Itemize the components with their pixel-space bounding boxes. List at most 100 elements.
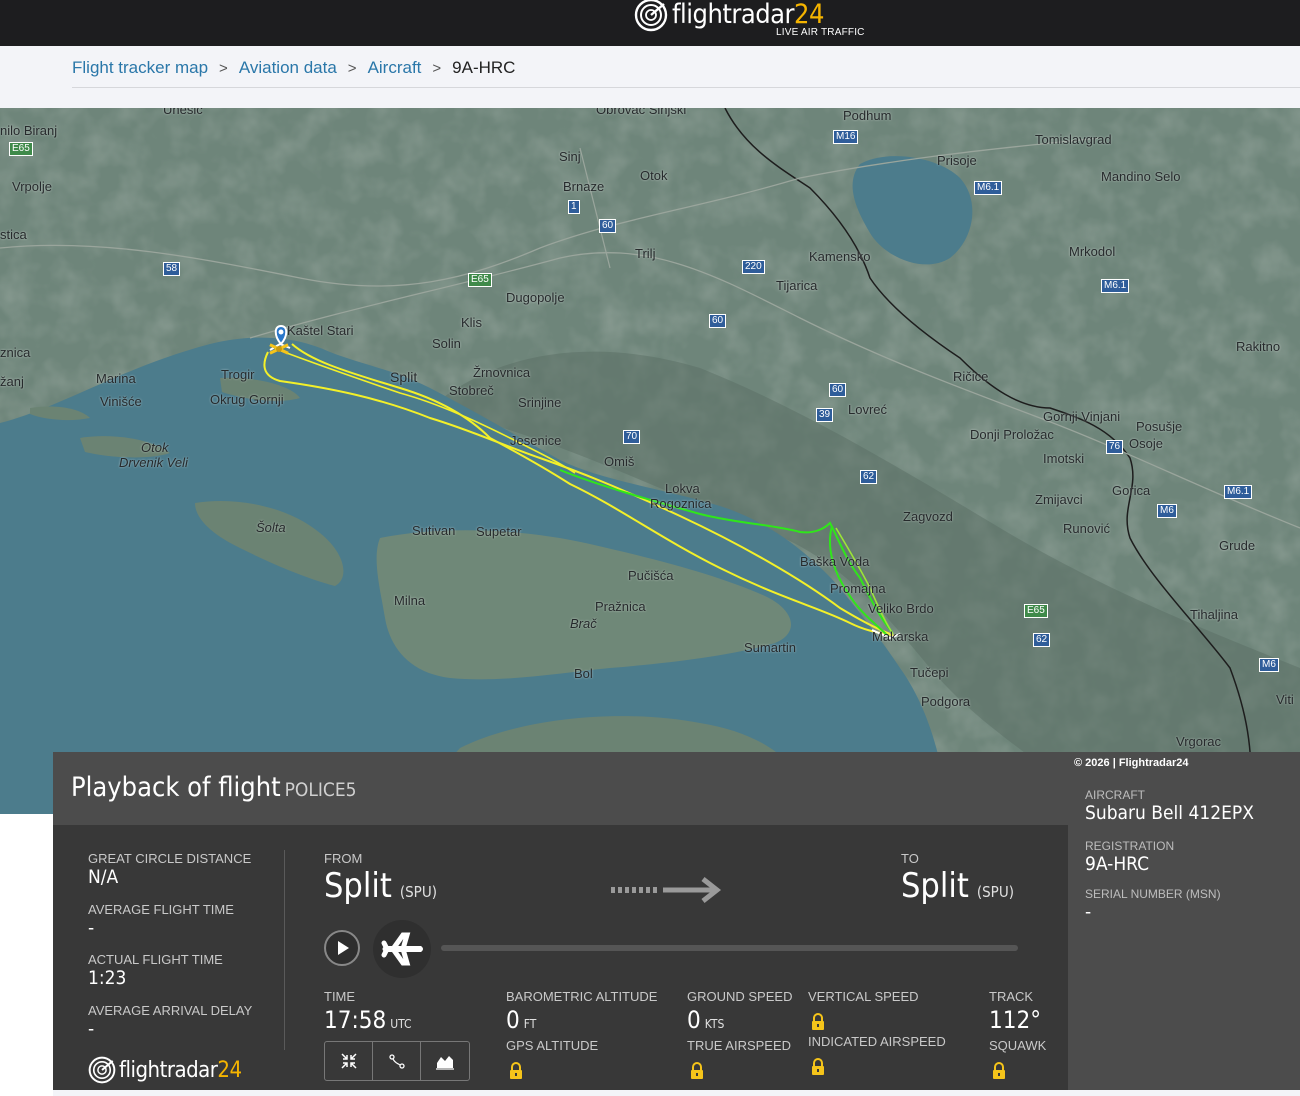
map-label-trilj: Trilj	[635, 246, 656, 261]
map-label-jesenice: Jesenice	[510, 433, 562, 448]
lock-icon	[812, 1013, 824, 1030]
road-shield: 60	[829, 383, 847, 397]
road-shield: 62	[860, 470, 878, 484]
playback-panel: Playback of flight POLICE5 GREAT CIRCLE D…	[53, 752, 1068, 1090]
map-label-donjiprolozac: Donji Proložac	[970, 427, 1054, 442]
indicated-airspeed-label: INDICATED AIRSPEED	[808, 1034, 946, 1049]
map-label-zmijavci: Zmijavci	[1035, 492, 1083, 507]
flight-callsign: POLICE5	[284, 779, 357, 801]
map-label-sutivan: Sutivan	[412, 523, 456, 538]
collapse-arrows-icon	[340, 1053, 357, 1069]
breadcrumb-separator: >	[347, 59, 357, 77]
map-label-rakitno: Rakitno	[1236, 339, 1281, 354]
play-button[interactable]	[324, 930, 360, 966]
map-label-marina: Marina	[96, 371, 136, 386]
to-city: Split (SPU)	[901, 866, 1014, 906]
time-label: TIME	[324, 989, 356, 1004]
map-label-znica: znica	[0, 345, 31, 360]
road-shield: E65	[9, 142, 33, 156]
map-label-veliko-brdo: Veliko Brdo	[868, 601, 934, 616]
map-label-omis: Omiš	[604, 454, 635, 469]
from-label: FROM	[324, 851, 363, 866]
map-label-runovic: Runović	[1063, 521, 1110, 536]
road-shield: 60	[599, 219, 617, 233]
road-shield: M16	[833, 130, 859, 144]
road-shield: 76	[1106, 440, 1124, 454]
breadcrumb: Flight tracker map > Aviation data > Air…	[72, 58, 515, 78]
playback-slider-handle[interactable]	[373, 920, 431, 978]
map-label-vrpolje: Vrpolje	[12, 179, 52, 194]
road-shield: 62	[1033, 633, 1051, 647]
road-shield: M6.1	[1101, 279, 1130, 293]
map-label-baska: Baška Voda	[800, 554, 870, 569]
road-shield: M6	[1259, 658, 1279, 672]
road-shield: 1	[568, 200, 580, 214]
true-airspeed-label: TRUE AIRSPEED	[687, 1038, 792, 1053]
logo-word: flightradar24	[672, 0, 824, 30]
map-label-okrug: Okrug Gornji	[210, 392, 284, 407]
breadcrumb-current: 9A-HRC	[452, 58, 516, 77]
altitude-graph-button[interactable]	[421, 1042, 469, 1080]
breadcrumb-aircraft[interactable]: Aircraft	[368, 58, 422, 78]
map-label-zrnovnica: Žrnovnica	[473, 365, 531, 380]
registration-label: REGISTRATION	[1085, 839, 1175, 853]
radar-logo-icon	[88, 1056, 116, 1084]
map-label-rogoznica: Rogoznica	[650, 496, 712, 511]
breadcrumb-flight-tracker-map[interactable]: Flight tracker map	[72, 58, 208, 78]
map-label-vinisce: Vinišće	[100, 394, 142, 409]
from-city: Split (SPU)	[324, 866, 437, 906]
actual-flight-time-value: 1:23	[88, 967, 127, 989]
map-label-solta: Šolta	[256, 520, 286, 535]
map-label-gorica: Gorica	[1112, 483, 1151, 498]
road-shield: E65	[468, 273, 492, 287]
map-label-dugopolje: Dugopolje	[506, 290, 565, 305]
breadcrumb-bar: Flight tracker map > Aviation data > Air…	[0, 46, 1300, 108]
top-header: flightradar24 LIVE AIR TRAFFIC	[0, 0, 1300, 46]
map-label-sinj: Sinj	[559, 149, 581, 164]
average-arrival-delay-value: -	[88, 1018, 95, 1040]
registration-value: 9A-HRC	[1085, 853, 1150, 875]
serial-number-value: -	[1085, 901, 1092, 923]
map-label-split: Split	[390, 369, 418, 385]
fit-view-button[interactable]	[325, 1042, 373, 1080]
map-label-solin: Solin	[432, 336, 461, 351]
flightradar24-logo[interactable]: flightradar24 LIVE AIR TRAFFIC	[634, 0, 864, 46]
gps-altitude-label: GPS ALTITUDE	[506, 1038, 599, 1053]
map-label-vrgorac: Vrgorac	[1176, 734, 1222, 749]
to-label: TO	[901, 851, 919, 866]
barometric-altitude-value: 0 FT	[506, 1006, 537, 1034]
map-label-obrovac: Obrovac Sinjski	[596, 108, 687, 117]
playback-header: Playback of flight POLICE5	[53, 752, 1068, 825]
breadcrumb-separator: >	[219, 59, 228, 77]
playback-title: Playback of flight POLICE5	[71, 772, 357, 803]
aircraft-label: AIRCRAFT	[1085, 788, 1145, 802]
road-shield: M6.1	[974, 181, 1003, 195]
playback-slider[interactable]	[441, 945, 1018, 951]
map-label-kamensko: Kamensko	[809, 249, 871, 264]
map-label-posusje: Posušje	[1136, 419, 1183, 434]
road-shield: 220	[742, 260, 765, 274]
road-shield: 70	[623, 430, 641, 444]
barometric-altitude-unit: FT	[523, 1017, 537, 1031]
logo-tagline: LIVE AIR TRAFFIC	[776, 27, 865, 38]
map-label-ricice: Ričice	[953, 369, 989, 384]
squawk-label: SQUAWK	[989, 1038, 1047, 1053]
to-airport-code: (SPU)	[976, 883, 1014, 901]
average-flight-time-value: -	[88, 917, 95, 939]
lock-icon	[812, 1058, 824, 1075]
radar-logo-icon	[634, 0, 668, 32]
map-label-stobrec: Stobreč	[449, 383, 494, 398]
map-label-podhum: Podhum	[843, 108, 892, 123]
route-button[interactable]	[373, 1042, 421, 1080]
road-shield: M6	[1157, 504, 1177, 518]
map-label-tihaljina: Tihaljina	[1190, 607, 1238, 622]
map-canvas[interactable]	[0, 108, 1300, 814]
map-label-zanj: žanj	[0, 374, 24, 389]
serial-number-label: SERIAL NUMBER (MSN)	[1085, 887, 1221, 901]
breadcrumb-aviation-data[interactable]: Aviation data	[239, 58, 337, 78]
map-label-mrkodol: Mrkodol	[1069, 244, 1116, 259]
ground-speed-unit: KTS	[704, 1017, 725, 1031]
flight-map[interactable]: Unesić Obrovac Sinjski Podhum Tomislavgr…	[0, 108, 1300, 814]
map-tools	[324, 1041, 470, 1081]
map-label-drvenik: Drvenik Veli	[119, 455, 188, 470]
